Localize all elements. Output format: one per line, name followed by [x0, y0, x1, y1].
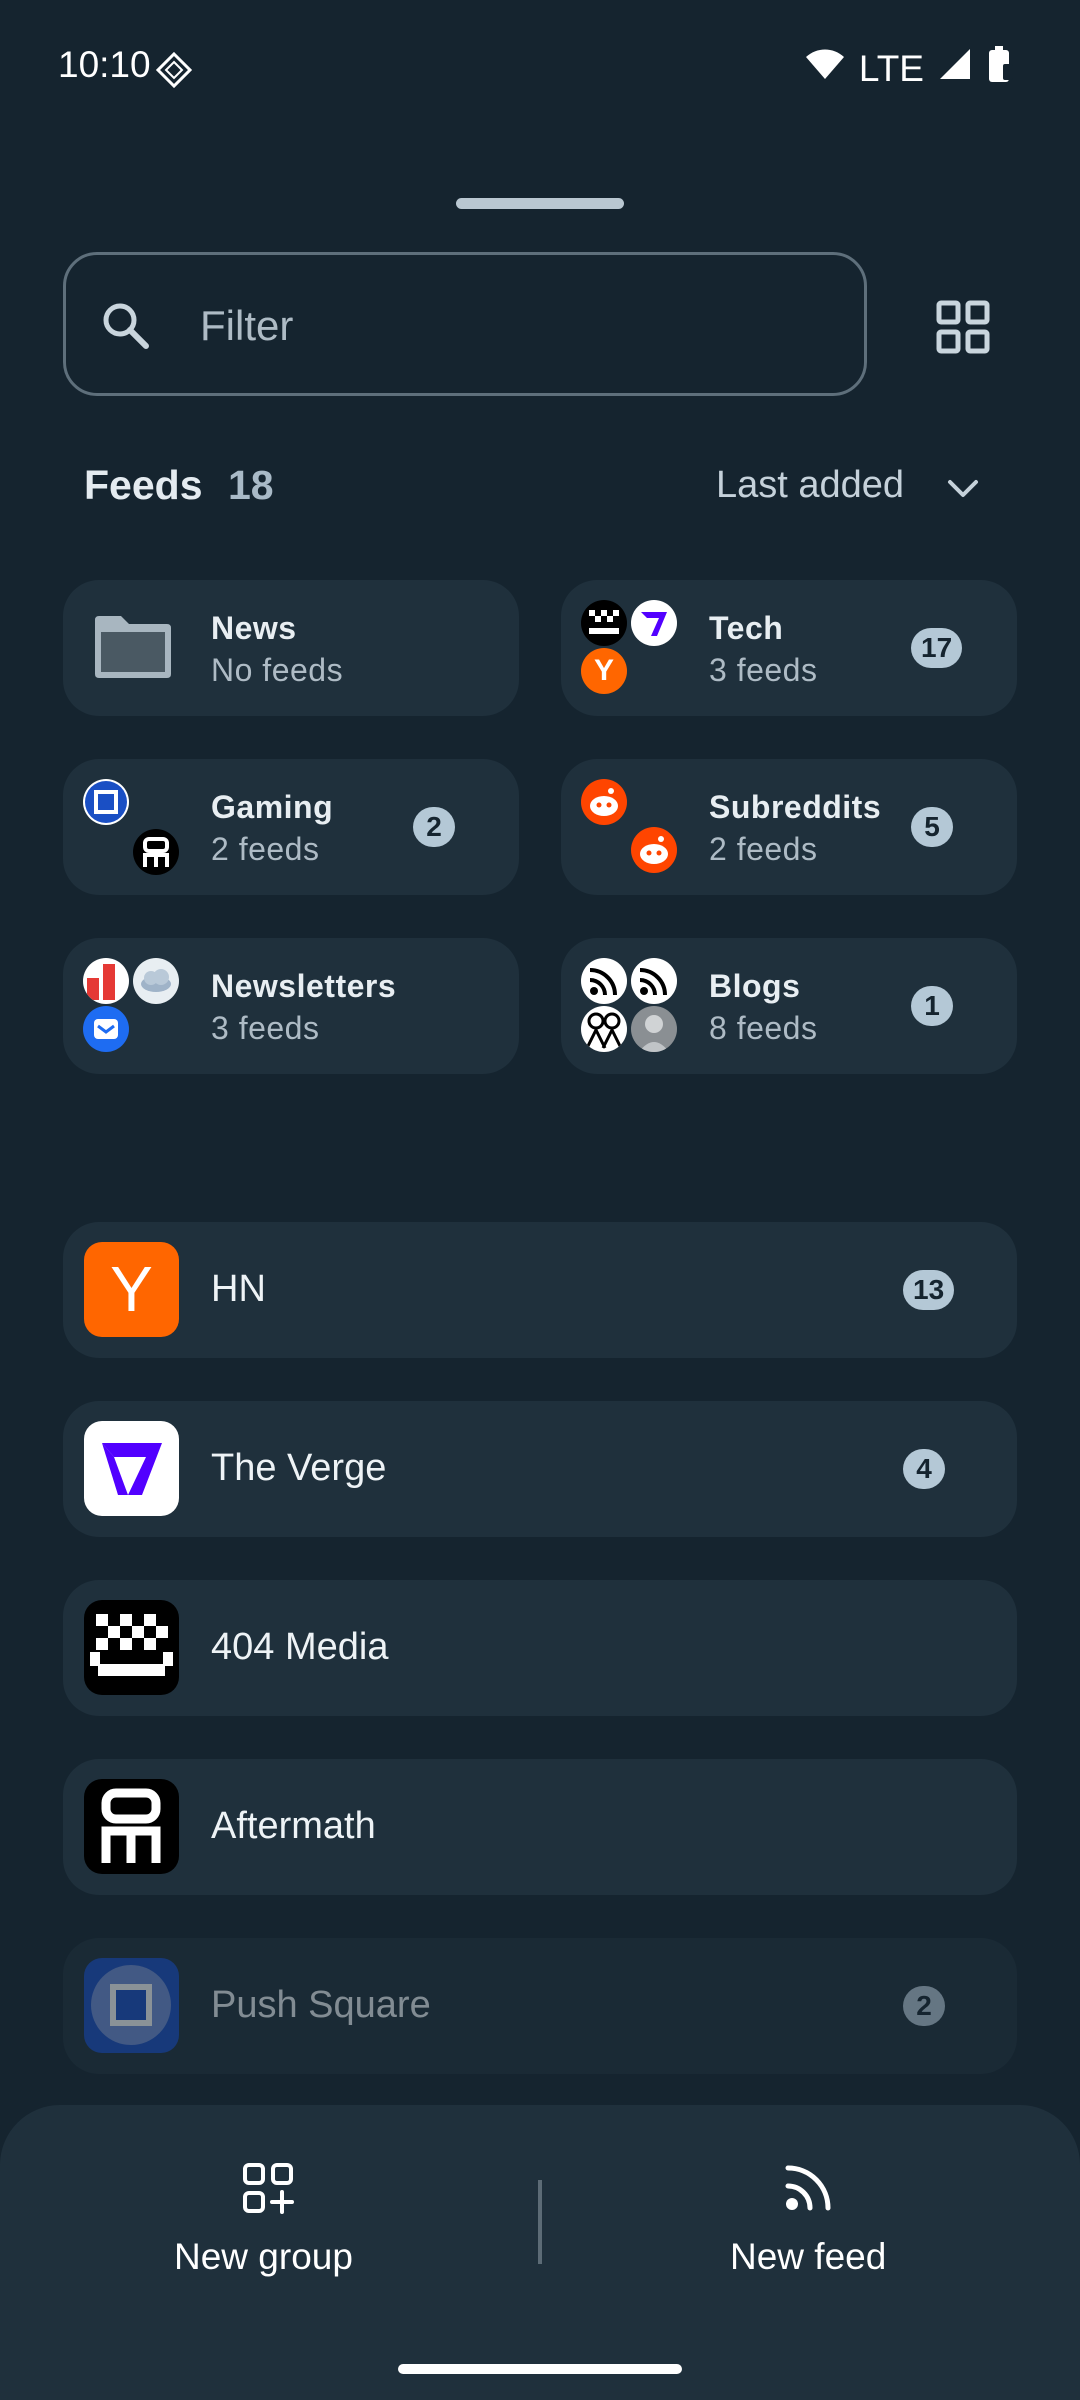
- group-card-newsletters[interactable]: Newsletters 3 feeds: [63, 938, 519, 1074]
- status-icons: LTE: [805, 44, 1016, 93]
- rss-icon: [784, 2162, 834, 2212]
- push-square-icon: [83, 779, 129, 825]
- feed-row-aftermath[interactable]: Aftermath: [63, 1759, 1017, 1895]
- new-group-label: New group: [174, 2236, 353, 2277]
- new-group-button[interactable]: New group: [120, 2150, 420, 2290]
- feed-row-404-media[interactable]: 404 Media: [63, 1580, 1017, 1716]
- battery-icon: [986, 44, 1016, 93]
- vpn-diamond-icon: [155, 51, 193, 89]
- aftermath-icon: [84, 1779, 179, 1874]
- aftermath-icon: [133, 829, 179, 875]
- sort-dropdown-label[interactable]: Last added: [716, 464, 904, 507]
- chevron-down-icon[interactable]: [944, 470, 982, 508]
- group-card-tech[interactable]: Y Tech 3 feeds 17: [561, 580, 1017, 716]
- group-title: News: [211, 610, 297, 646]
- group-subtitle: No feeds: [211, 652, 344, 688]
- feed-title: HN: [211, 1268, 266, 1310]
- reddit-icon: [631, 827, 677, 873]
- new-feed-label: New feed: [730, 2236, 887, 2277]
- folder-icon: [91, 612, 175, 682]
- sheet-drag-handle[interactable]: [456, 198, 624, 209]
- reddit-icon: [581, 779, 627, 825]
- rss-icon: [581, 958, 627, 1004]
- rss-icon: [631, 958, 677, 1004]
- newsletter-cloud-icon: [133, 958, 179, 1004]
- group-subtitle: 2 feeds: [709, 831, 818, 867]
- new-feed-button[interactable]: New feed: [660, 2150, 960, 2290]
- unread-badge: 5: [911, 807, 953, 847]
- avatar: [631, 1006, 677, 1052]
- search-icon: [100, 300, 150, 350]
- feeds-count: 18: [228, 462, 274, 508]
- unread-badge: 4: [903, 1449, 945, 1489]
- group-subtitle: 2 feeds: [211, 831, 320, 867]
- group-title: Blogs: [709, 968, 801, 1004]
- group-card-subreddits[interactable]: Subreddits 2 feeds 5: [561, 759, 1017, 895]
- feed-title: Aftermath: [211, 1805, 376, 1847]
- hn-icon: Y: [581, 648, 627, 694]
- feed-row-push-square[interactable]: Push Square 2: [63, 1938, 1017, 2074]
- unread-badge: 17: [911, 628, 963, 668]
- the-verge-icon: [631, 600, 677, 646]
- gesture-nav-bar[interactable]: [398, 2364, 682, 2374]
- add-group-icon: [242, 2162, 294, 2214]
- newsletter-chart-icon: [83, 958, 129, 1004]
- feed-row-the-verge[interactable]: The Verge 4: [63, 1401, 1017, 1537]
- group-title: Newsletters: [211, 968, 397, 1004]
- divider: [538, 2180, 542, 2264]
- hn-icon: Y: [84, 1242, 179, 1337]
- feed-title: Push Square: [211, 1984, 431, 2026]
- unread-badge: 2: [413, 807, 455, 847]
- push-square-icon: [84, 1958, 179, 2053]
- feed-title: The Verge: [211, 1447, 387, 1489]
- filter-input[interactable]: [200, 296, 800, 356]
- people-icon: [581, 1006, 627, 1052]
- grid-view-icon[interactable]: [936, 300, 990, 354]
- 404-media-icon: [84, 1600, 179, 1695]
- group-subtitle: 8 feeds: [709, 1010, 818, 1046]
- status-time: 10:10: [58, 44, 151, 85]
- group-title: Subreddits: [709, 789, 882, 825]
- unread-badge: 2: [903, 1986, 945, 2026]
- network-label: LTE: [858, 47, 924, 89]
- signal-icon: [938, 47, 972, 90]
- group-title: Tech: [709, 610, 784, 646]
- mail-icon: [83, 1006, 129, 1052]
- feed-title: 404 Media: [211, 1626, 389, 1668]
- group-card-gaming[interactable]: Gaming 2 feeds 2: [63, 759, 519, 895]
- 404-media-icon: [581, 600, 627, 646]
- group-card-news[interactable]: News No feeds: [63, 580, 519, 716]
- group-title: Gaming: [211, 789, 334, 825]
- feed-row-hn[interactable]: Y HN 13: [63, 1222, 1017, 1358]
- group-subtitle: 3 feeds: [709, 652, 818, 688]
- the-verge-icon: [84, 1421, 179, 1516]
- wifi-icon: [805, 47, 845, 90]
- feeds-heading: Feeds: [84, 462, 203, 508]
- unread-badge: 1: [911, 986, 953, 1026]
- group-subtitle: 3 feeds: [211, 1010, 320, 1046]
- unread-badge: 13: [903, 1270, 955, 1310]
- group-card-blogs[interactable]: Blogs 8 feeds 1: [561, 938, 1017, 1074]
